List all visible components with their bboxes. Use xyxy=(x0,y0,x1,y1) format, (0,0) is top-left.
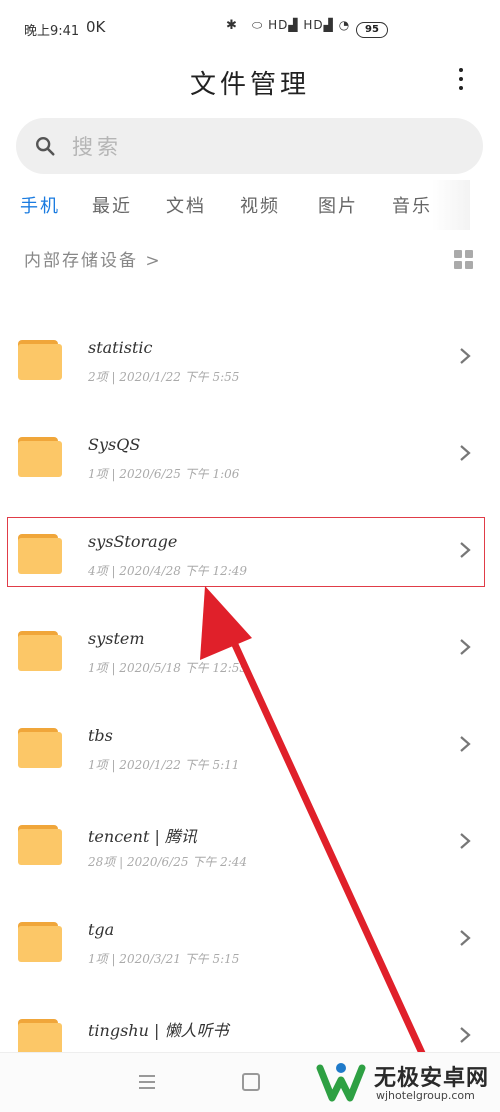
chevron-right-icon xyxy=(460,542,471,558)
folder-meta: 1项 | 2020/3/21 下午 5:15 xyxy=(88,952,240,966)
network-label-2: HD xyxy=(303,18,324,32)
list-item[interactable]: SysQS 1项 | 2020/6/25 下午 1:06 xyxy=(0,397,500,493)
folder-meta: 1项 | 2020/1/22 下午 5:11 xyxy=(88,758,240,772)
tab-recent[interactable]: 最近 xyxy=(92,192,132,218)
folder-name: system xyxy=(88,629,145,648)
tab-images[interactable]: 图片 xyxy=(318,192,358,218)
breadcrumb[interactable]: 内部存储设备 > xyxy=(24,246,162,271)
chevron-right-icon xyxy=(460,1027,471,1043)
watermark-logo-icon xyxy=(316,1063,366,1102)
list-item[interactable]: sysStorage 4项 | 2020/4/28 下午 12:49 xyxy=(0,494,500,590)
folder-name: tga xyxy=(88,920,115,939)
folder-name: SysQS xyxy=(88,435,141,454)
tab-scroll-fade xyxy=(432,180,470,230)
folder-meta: 4项 | 2020/4/28 下午 12:49 xyxy=(88,564,248,578)
folder-meta: 28项 | 2020/6/25 下午 2:44 xyxy=(88,855,248,869)
folder-name: statistic xyxy=(88,338,153,357)
folder-name: tingshu | 懒人听书 xyxy=(88,1021,229,1040)
search-input[interactable] xyxy=(70,128,454,166)
status-bar: 晚上9:41 0K ✱ ⬭ HD▟ HD▟ ◔ 95 xyxy=(0,0,500,58)
folder-icon xyxy=(18,728,62,768)
tab-phone[interactable]: 手机 xyxy=(20,192,60,218)
folder-icon xyxy=(18,922,62,962)
tab-music[interactable]: 音乐 xyxy=(392,192,432,218)
chevron-right-icon xyxy=(460,930,471,946)
more-options-icon[interactable] xyxy=(456,68,466,94)
chevron-right-icon xyxy=(460,736,471,752)
tab-videos[interactable]: 视频 xyxy=(240,192,280,218)
status-time: 晚上9:41 xyxy=(24,24,80,39)
list-item[interactable]: statistic 2项 | 2020/1/22 下午 5:55 xyxy=(0,300,500,396)
folder-icon xyxy=(18,340,62,380)
list-item[interactable]: tbs 1项 | 2020/1/22 下午 5:11 xyxy=(0,688,500,784)
search-bar[interactable] xyxy=(16,118,483,174)
folder-meta: 1项 | 2020/6/25 下午 1:06 xyxy=(88,467,240,481)
category-tabs: 手机 最近 文档 视频 图片 音乐 xyxy=(0,192,470,224)
folder-icon xyxy=(18,437,62,477)
grid-view-icon[interactable] xyxy=(454,250,474,270)
chevron-right-icon xyxy=(460,445,471,461)
watermark: 无极安卓网 wjhotelgroup.com xyxy=(316,1058,496,1108)
status-extra: 0K xyxy=(86,18,106,36)
list-item[interactable]: tga 1项 | 2020/3/21 下午 5:15 xyxy=(0,882,500,978)
network-label: HD xyxy=(268,18,289,32)
bluetooth-icon: ✱ xyxy=(226,18,237,33)
search-icon xyxy=(36,137,55,156)
menu-icon[interactable] xyxy=(139,1075,155,1089)
folder-meta: 1项 | 2020/5/18 下午 12:55 xyxy=(88,661,248,675)
folder-icon xyxy=(18,825,62,865)
list-item[interactable]: system 1项 | 2020/5/18 下午 12:55 xyxy=(0,591,500,687)
signal-icons: ⬭ HD▟ HD▟ ◔ xyxy=(252,18,351,32)
tab-documents[interactable]: 文档 xyxy=(166,192,206,218)
watermark-subtitle: wjhotelgroup.com xyxy=(376,1089,475,1102)
chevron-right-icon xyxy=(460,348,471,364)
watermark-title: 无极安卓网 xyxy=(374,1066,490,1091)
folder-icon xyxy=(18,534,62,574)
folder-name: sysStorage xyxy=(88,532,178,551)
folder-icon xyxy=(18,631,62,671)
home-icon[interactable] xyxy=(242,1073,260,1091)
folder-name: tbs xyxy=(88,726,113,745)
chevron-right-icon xyxy=(460,833,471,849)
folder-name: tencent | 腾讯 xyxy=(88,827,197,846)
list-item[interactable]: tencent | 腾讯 28项 | 2020/6/25 下午 2:44 xyxy=(0,785,500,881)
page-title: 文件管理 xyxy=(189,70,310,100)
folder-meta: 2项 | 2020/1/22 下午 5:55 xyxy=(88,370,240,384)
battery-icon: 95 xyxy=(356,22,388,38)
chevron-right-icon xyxy=(460,639,471,655)
